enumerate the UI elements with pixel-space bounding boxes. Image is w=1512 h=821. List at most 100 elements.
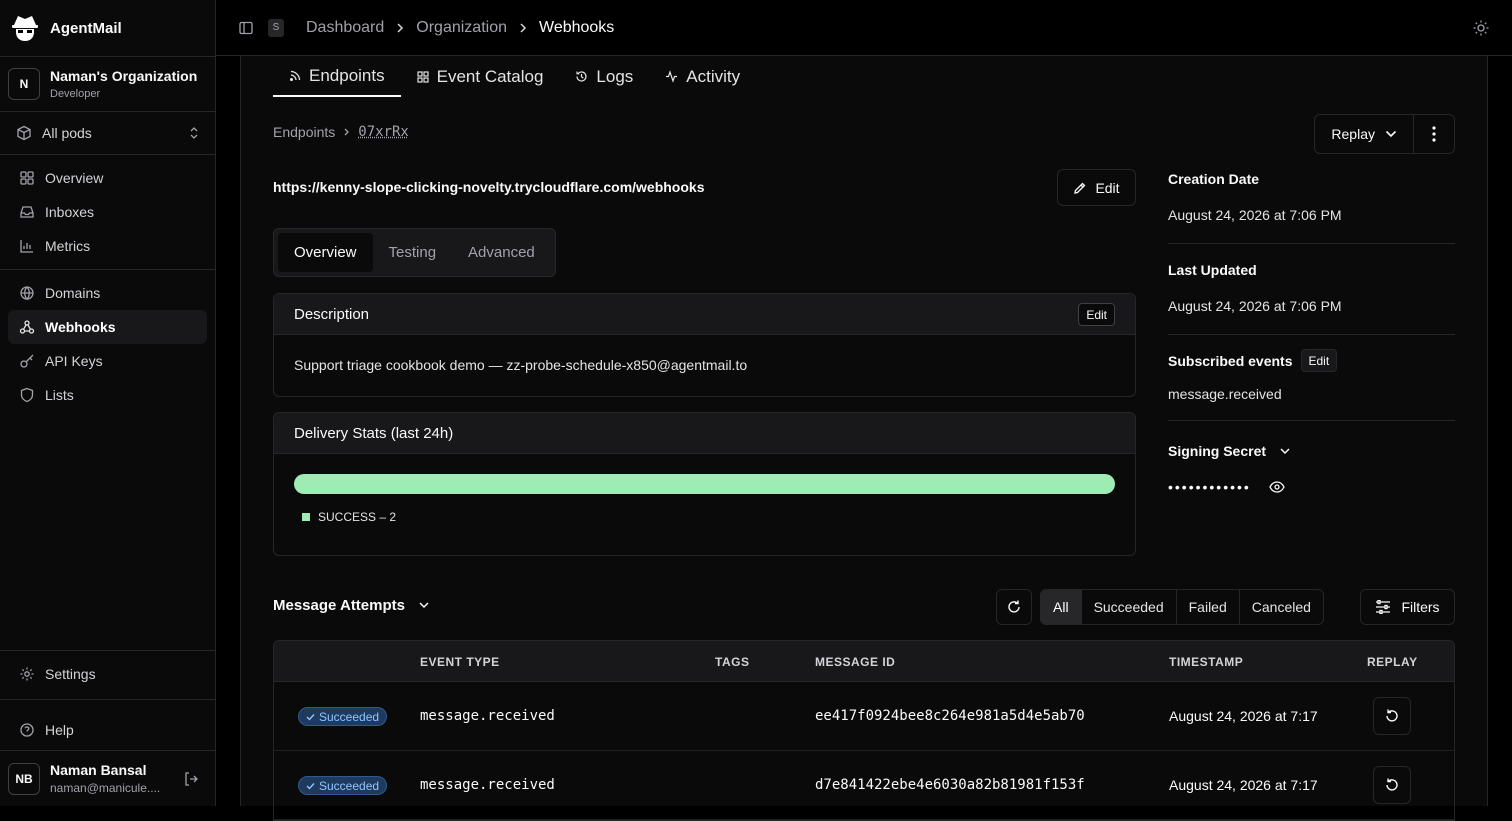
message-attempts-toggle[interactable]: Message Attempts [273, 597, 429, 614]
pods-select[interactable]: All pods [0, 112, 215, 155]
chevron-updown-icon [189, 126, 199, 140]
edit-url-button[interactable]: Edit [1057, 169, 1136, 206]
tab-label: Activity [686, 66, 741, 86]
filters-button[interactable]: Filters [1360, 589, 1455, 625]
webhook-tabs: Endpoints Event Catalog Logs Activity [273, 56, 756, 97]
gear-icon [19, 666, 35, 682]
avatar: NB [8, 762, 40, 795]
more-options-button[interactable] [1414, 115, 1454, 153]
sidebar-item-label: Domains [45, 285, 101, 301]
filter-succeeded[interactable]: Succeeded [1082, 590, 1177, 624]
description-text: Support triage cookbook demo — zz-probe-… [294, 357, 748, 373]
activity-icon [665, 70, 678, 83]
tab-label: Event Catalog [436, 66, 544, 86]
signing-secret-toggle[interactable]: Signing Secret [1168, 443, 1455, 459]
org-name: Naman's Organization [50, 68, 198, 84]
refresh-button[interactable] [996, 589, 1032, 625]
sidebar-item-inboxes[interactable]: Inboxes [8, 195, 207, 229]
delivery-stats-title: Delivery Stats (last 24h) [294, 424, 454, 442]
filter-failed[interactable]: Failed [1177, 590, 1240, 624]
tab-activity[interactable]: Activity [649, 56, 756, 97]
user-name: Naman Bansal [50, 762, 147, 778]
sidebar-item-label: Overview [45, 170, 104, 186]
agent-logo-icon [10, 13, 40, 43]
subtab-testing[interactable]: Testing [373, 233, 453, 272]
grid-icon [417, 70, 429, 83]
message-id-cell: d7e841422ebe4e6030a82b81981f153f [815, 777, 1085, 793]
sidebar-item-label: API Keys [45, 353, 103, 369]
filter-all[interactable]: All [1041, 590, 1082, 624]
sidebar-item-metrics[interactable]: Metrics [8, 229, 207, 263]
app-name: AgentMail [50, 19, 122, 37]
brand[interactable]: AgentMail [0, 0, 215, 56]
user-menu[interactable]: NB Naman Bansal naman@manicule.... [0, 750, 215, 806]
org-switcher[interactable]: N Naman's Organization Developer [0, 56, 215, 112]
tab-label: Endpoints [309, 65, 385, 85]
replay-button[interactable]: Replay [1315, 115, 1414, 153]
success-legend: SUCCESS – 2 [294, 510, 1115, 524]
sidebar: AgentMail N Naman's Organization Develop… [0, 0, 216, 806]
col-replay: REPLAY [1367, 655, 1418, 669]
subtab-advanced[interactable]: Advanced [452, 233, 551, 272]
breadcrumb: Dashboard Organization Webhooks [306, 19, 614, 37]
refresh-icon [1006, 599, 1022, 615]
tab-endpoints[interactable]: Endpoints [273, 56, 401, 97]
pencil-icon [1073, 181, 1087, 195]
subscribed-events-label: Subscribed events [1168, 352, 1293, 369]
event-type-cell: message.received [420, 777, 555, 793]
replay-row-button[interactable] [1373, 766, 1411, 804]
replay-row-button[interactable] [1373, 697, 1411, 735]
chevron-right-icon [519, 22, 527, 34]
message-attempts-table: EVENT TYPE TAGS MESSAGE ID TIMESTAMP REP… [273, 640, 1455, 821]
sidebar-item-lists[interactable]: Lists [8, 378, 207, 412]
eye-icon[interactable] [1269, 481, 1285, 493]
chevron-right-icon [396, 22, 404, 34]
pods-label: All pods [42, 125, 92, 141]
chevron-down-icon [1385, 130, 1397, 138]
breadcrumb-endpoints[interactable]: Endpoints [273, 124, 335, 140]
sidebar-item-help[interactable]: Help [8, 713, 207, 747]
table-row[interactable]: Succeeded message.received ee417f0924bee… [274, 682, 1454, 751]
sidebar-item-label: Help [45, 722, 74, 738]
theme-toggle-sun-icon[interactable] [1472, 19, 1490, 37]
replay-label: Replay [1331, 126, 1375, 142]
sliders-icon [1375, 600, 1391, 614]
nav-group-config: Domains Webhooks API Keys Lists [0, 270, 215, 418]
subscribed-events: Subscribed events Edit message.received [1168, 335, 1455, 421]
edit-description-button[interactable]: Edit [1078, 303, 1115, 326]
status-badge: Succeeded [298, 707, 388, 726]
sidebar-item-api-keys[interactable]: API Keys [8, 344, 207, 378]
signing-secret: Signing Secret •••••••••••• [1168, 421, 1455, 495]
sidebar-item-settings[interactable]: Settings [8, 657, 207, 691]
tab-event-catalog[interactable]: Event Catalog [401, 56, 560, 97]
filters-label: Filters [1401, 599, 1440, 615]
sidebar-toggle-icon[interactable] [238, 20, 254, 36]
sidebar-item-label: Inboxes [45, 204, 95, 220]
success-progress-bar [294, 474, 1115, 494]
creation-date-value: August 24, 2026 at 7:06 PM [1168, 207, 1342, 223]
sidebar-item-label: Webhooks [45, 319, 116, 335]
breadcrumb-organization[interactable]: Organization [416, 19, 507, 37]
col-message-id: MESSAGE ID [815, 655, 896, 669]
subtab-overview[interactable]: Overview [278, 233, 373, 272]
breadcrumb-dashboard[interactable]: Dashboard [306, 19, 384, 37]
webhook-icon [19, 319, 35, 335]
sidebar-item-domains[interactable]: Domains [8, 276, 207, 310]
filter-canceled[interactable]: Canceled [1240, 590, 1323, 624]
edit-events-button[interactable]: Edit [1300, 349, 1338, 372]
table-row[interactable]: Succeeded message.received d7e841422ebe4… [274, 751, 1454, 820]
sidebar-item-webhooks[interactable]: Webhooks [8, 310, 207, 344]
nav-group-help: Help [0, 707, 215, 753]
status-badge: Succeeded [298, 776, 388, 795]
endpoint-id[interactable]: 07xrRx [358, 124, 409, 140]
vertical-dots-icon [1432, 126, 1436, 142]
chevron-down-icon [1280, 447, 1290, 455]
description-header: Description Edit [274, 294, 1135, 335]
tab-logs[interactable]: Logs [559, 56, 649, 97]
check-icon [306, 713, 315, 721]
sidebar-item-overview[interactable]: Overview [8, 161, 207, 195]
endpoint-meta: Creation Date August 24, 2026 at 7:06 PM… [1168, 169, 1455, 495]
logout-icon[interactable] [183, 771, 199, 787]
col-tags: TAGS [715, 655, 750, 669]
legend-label: SUCCESS – 2 [318, 510, 397, 524]
